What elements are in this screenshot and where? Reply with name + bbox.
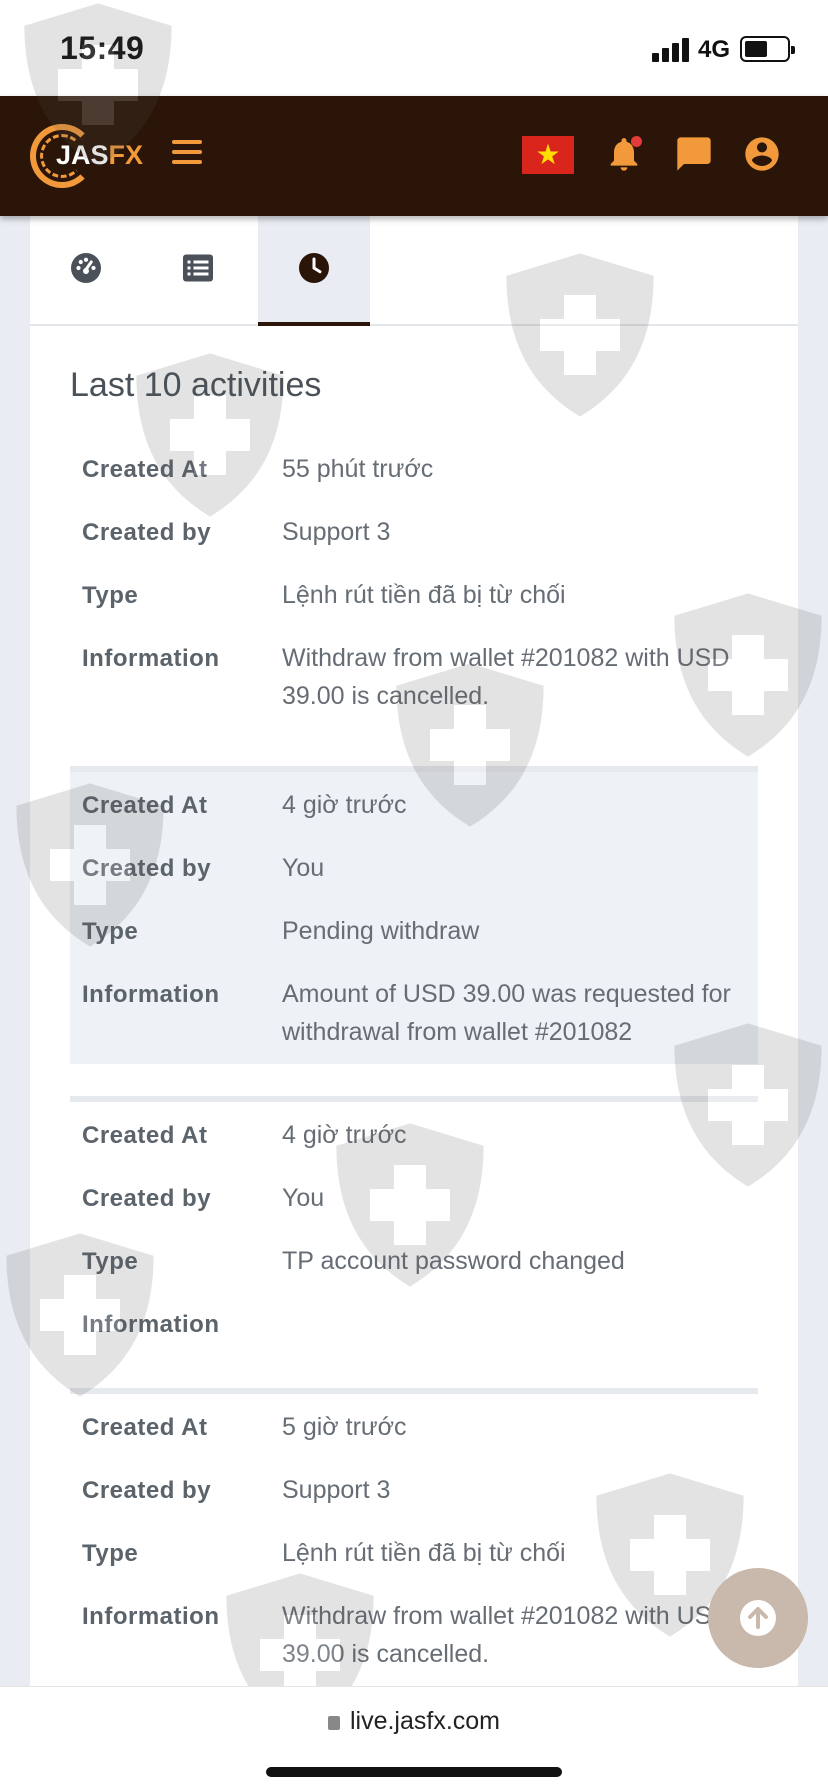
tab-list[interactable] bbox=[142, 216, 254, 326]
type-label: Type bbox=[82, 582, 139, 609]
created-by-label: Created by bbox=[82, 1477, 212, 1504]
browser-address-bar[interactable]: live.jasfx.com bbox=[0, 1686, 828, 1792]
created-at-value: 4 giờ trước bbox=[282, 1121, 407, 1149]
information-value: Withdraw from wallet #201082 with USD 39… bbox=[282, 1602, 730, 1668]
dashboard-icon bbox=[71, 253, 101, 283]
page: 15:49 4G JASFX ★ Last 10 activities Crea… bbox=[0, 0, 828, 1792]
jasfx-logo[interactable]: JASFX bbox=[30, 122, 143, 190]
type-value: Lệnh rút tiền đã bị từ chối bbox=[282, 581, 566, 609]
created-at-label: Created At bbox=[82, 792, 208, 819]
created-at-value: 4 giờ trước bbox=[282, 791, 407, 819]
activity-item: Created At 55 phút trước Created by Suppor… bbox=[70, 455, 758, 710]
status-time: 15:49 bbox=[60, 30, 145, 66]
activity-item: Created At 4 giờ trước Created by You Type… bbox=[70, 772, 758, 1064]
network-type: 4G bbox=[698, 36, 731, 63]
created-by-label: Created by bbox=[82, 519, 212, 546]
logo-text-accent: FX bbox=[108, 140, 144, 170]
type-value: Lệnh rút tiền đã bị từ chối bbox=[282, 1539, 566, 1567]
section-title: Last 10 activities bbox=[70, 366, 322, 404]
lock-icon bbox=[327, 1716, 340, 1730]
activity-item: Created At 4 giờ trước Created by You Type… bbox=[70, 1102, 758, 1382]
information-label: Information bbox=[82, 981, 220, 1008]
logo-text: JAS bbox=[56, 140, 109, 170]
created-by-label: Created by bbox=[82, 1185, 212, 1212]
arrow-up-icon bbox=[740, 1600, 776, 1636]
user-icon[interactable] bbox=[742, 134, 782, 174]
tab-dashboard[interactable] bbox=[30, 216, 142, 326]
created-at-value: 55 phút trước bbox=[282, 455, 434, 483]
scroll-to-top-button[interactable] bbox=[708, 1568, 808, 1668]
created-by-value: Support 3 bbox=[282, 518, 391, 546]
created-by-value: You bbox=[282, 854, 325, 882]
information-value: Withdraw from wallet #201082 with USD 39… bbox=[282, 644, 730, 710]
created-by-label: Created by bbox=[82, 855, 212, 882]
type-label: Type bbox=[82, 918, 139, 945]
information-label: Information bbox=[82, 1311, 220, 1338]
information-label: Information bbox=[82, 645, 220, 672]
bell-icon[interactable] bbox=[604, 134, 644, 174]
signal-icon bbox=[652, 36, 692, 62]
menu-icon[interactable] bbox=[172, 140, 202, 164]
activity-item: Created At 5 giờ trước Created by Support … bbox=[70, 1394, 758, 1684]
type-value: Pending withdraw bbox=[282, 917, 480, 945]
list-icon bbox=[183, 254, 213, 282]
created-by-value: You bbox=[282, 1184, 325, 1212]
created-at-value: 5 giờ trước bbox=[282, 1413, 407, 1441]
clock-icon bbox=[299, 253, 329, 283]
chat-icon[interactable] bbox=[674, 134, 714, 174]
status-bar: 15:49 4G bbox=[0, 0, 828, 96]
vietnam-flag-icon[interactable]: ★ bbox=[522, 136, 574, 174]
information-label: Information bbox=[82, 1603, 220, 1630]
information-value: Amount of USD 39.00 was requested for wi… bbox=[282, 980, 731, 1046]
home-indicator bbox=[266, 1767, 562, 1777]
top-navbar: JASFX ★ bbox=[0, 96, 828, 216]
type-value: TP account password changed bbox=[282, 1247, 625, 1275]
created-at-label: Created At bbox=[82, 1122, 208, 1149]
tab-bar bbox=[30, 216, 798, 326]
tab-activities[interactable] bbox=[258, 216, 370, 326]
created-by-value: Support 3 bbox=[282, 1476, 391, 1504]
type-label: Type bbox=[82, 1540, 139, 1567]
activity-card: Last 10 activities Created At 55 phút trư… bbox=[30, 216, 798, 1696]
created-at-label: Created At bbox=[82, 456, 208, 483]
type-label: Type bbox=[82, 1248, 139, 1275]
battery-icon bbox=[740, 36, 795, 62]
created-at-label: Created At bbox=[82, 1414, 208, 1441]
url-text: live.jasfx.com bbox=[349, 1707, 501, 1735]
